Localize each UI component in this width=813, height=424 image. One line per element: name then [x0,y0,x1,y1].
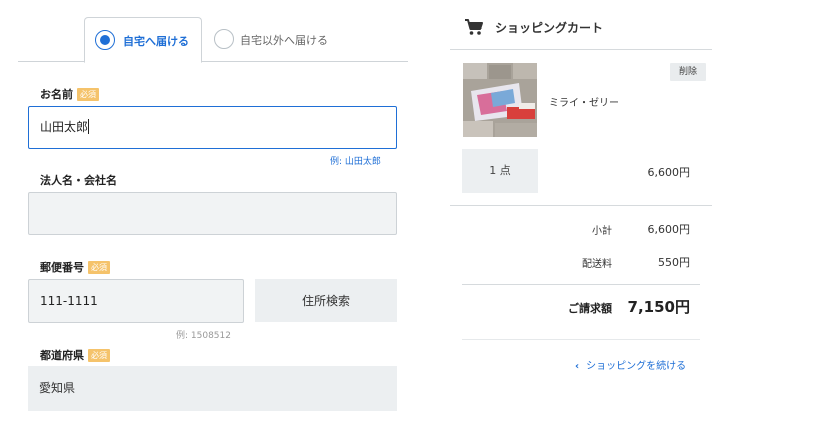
shipping-value: 550円 [658,256,690,269]
summary-divider [462,284,700,285]
cart-title: ショッピングカート [495,21,604,35]
company-label: 法人名・会社名 [40,174,117,187]
shipping-label: 配送料 [582,259,612,270]
cart-items-divider [450,205,712,206]
name-input-value: 山田太郎 [40,120,89,134]
text-caret [88,119,90,134]
chevron-left-icon: ‹ [575,361,580,372]
subtotal-value: 6,600円 [647,223,691,236]
quantity-selector[interactable]: 1 点 [462,149,538,193]
continue-shopping-link[interactable]: ‹ ショッピングを続ける [575,357,686,372]
tab-deliver-other[interactable]: 自宅以外へ届ける [208,17,348,62]
delivery-tabs: 自宅へ届ける 自宅以外へ届ける [18,16,408,63]
name-label: お名前 必須 [40,86,99,102]
name-label-text: お名前 [40,88,73,101]
total-divider [462,339,700,340]
prefecture-label-text: 都道府県 [40,349,84,362]
tab-deliver-other-label: 自宅以外へ届ける [240,34,328,47]
required-badge: 必須 [77,88,99,101]
required-badge: 必須 [88,349,110,362]
name-example-hint: 例: 山田太郎 [330,157,381,167]
postal-label-text: 郵便番号 [40,261,84,274]
product-thumbnail [463,63,537,137]
total-label: ご請求額 [568,302,612,315]
prefecture-select[interactable]: 愛知県 [28,366,397,411]
total-value: 7,150円 [627,298,690,316]
address-search-button[interactable]: 住所検索 [255,279,397,322]
tab-deliver-home[interactable]: 自宅へ届ける [84,17,202,63]
postal-example-hint: 例: 1508512 [176,331,231,341]
postal-label: 郵便番号 必須 [40,259,110,275]
product-image [463,63,537,137]
name-input[interactable]: 山田太郎 [28,106,397,149]
cart-header-divider [450,49,712,50]
company-input[interactable] [28,192,397,235]
tab-deliver-home-label: 自宅へ届ける [123,35,189,48]
required-badge: 必須 [88,261,110,274]
prefecture-label: 都道府県 必須 [40,347,110,363]
radio-other[interactable] [214,29,234,49]
product-name: ミライ・ゼリー [549,98,619,109]
subtotal-label: 小計 [592,226,612,237]
delete-item-button[interactable]: 削除 [670,63,706,81]
continue-shopping-label: ショッピングを続ける [586,361,687,372]
cart-icon [465,19,483,35]
radio-home-selected[interactable] [95,30,115,50]
postal-code-input[interactable]: 111-1111 [28,279,244,323]
item-price: 6,600円 [647,166,691,179]
